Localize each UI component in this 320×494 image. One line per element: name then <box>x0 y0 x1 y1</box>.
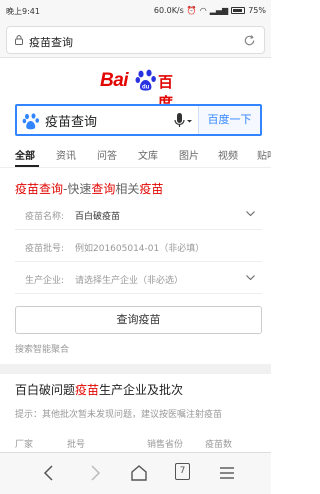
vaccine-name-select[interactable]: 疫苗名称: 百白破疫苗 <box>15 199 262 230</box>
status-time: 晚上9:41 <box>6 7 40 16</box>
card-title-part: 疫苗查询 <box>15 182 64 196</box>
menu-icon[interactable] <box>216 462 238 484</box>
address-text: 疫苗查询 <box>29 36 73 49</box>
logo-latin: Bai <box>100 70 129 91</box>
search-box: 百度一下 <box>15 104 262 136</box>
result-title-part: 百白破问题 <box>15 383 76 397</box>
tab-images[interactable]: 图片 <box>179 147 199 162</box>
active-tab-indicator <box>15 165 39 167</box>
field-label: 疫苗名称: <box>25 212 65 222</box>
card-title[interactable]: 疫苗查询-快速查询相关疫苗 <box>15 180 163 197</box>
card-title-part: 查询 <box>91 182 116 196</box>
tab-news[interactable]: 资讯 <box>56 147 76 162</box>
network-speed: 60.0K/s <box>153 6 184 15</box>
tab-tieba[interactable]: 贴吧 <box>257 147 271 162</box>
manufacturer-select[interactable]: 生产企业: 请选择生产企业（非必选） <box>15 263 262 294</box>
back-icon[interactable] <box>38 462 60 484</box>
query-vaccine-button[interactable]: 查询疫苗 <box>15 306 262 334</box>
field-value: 百白破疫苗 <box>75 212 121 222</box>
alarm-icon: ⏰ <box>186 6 197 15</box>
paw-logo-icon: du <box>135 69 156 91</box>
section-divider <box>0 364 271 374</box>
field-placeholder: 例如201605014-01（非必填） <box>75 244 205 254</box>
field-label: 生产企业: <box>25 276 65 286</box>
tab-qa[interactable]: 问答 <box>97 147 117 162</box>
smart-aggregation-label: 搜索智能聚合 <box>15 345 70 355</box>
card-title-part: 相关 <box>115 182 140 196</box>
field-placeholder: 请选择生产企业（非必选） <box>75 276 184 286</box>
result-title-part: 疫苗 <box>75 383 100 397</box>
column-header: 销售省份 <box>147 440 184 450</box>
browser-bottom-nav: 7 <box>0 452 271 494</box>
signal-icon: ▂▄▆ <box>209 6 229 15</box>
card-title-part: 疫苗 <box>139 182 164 196</box>
home-icon[interactable] <box>128 462 150 484</box>
result-title[interactable]: 百白破问题疫苗生产企业及批次 <box>15 381 183 398</box>
baidu-paw-icon <box>22 113 39 130</box>
result-table-header: 厂家 批号 销售省份 疫苗数 <box>15 437 271 451</box>
battery-icon <box>231 7 246 14</box>
search-submit-button[interactable]: 百度一下 <box>198 106 260 134</box>
baidu-logo[interactable]: Bai du 百度 <box>100 68 180 112</box>
address-field[interactable]: 疫苗查询 <box>6 26 265 54</box>
wifi-icon: ◠ <box>199 6 207 15</box>
result-title-part: 生产企业及批次 <box>99 383 184 397</box>
lock-icon <box>15 35 23 45</box>
search-tabs: 全部 资讯 问答 文库 图片 视频 贴吧 <box>0 142 271 168</box>
status-bar: 晚上9:41 60.0K/s ⏰ ◠ ▂▄▆ 75% <box>0 0 271 22</box>
column-header: 疫苗数 <box>205 440 233 450</box>
column-header: 厂家 <box>15 440 34 450</box>
tab-count-button[interactable]: 7 <box>175 463 190 480</box>
svg-text:du: du <box>142 85 150 91</box>
field-label: 疫苗批号: <box>25 244 65 254</box>
chevron-down-icon <box>246 275 255 281</box>
result-hint: 提示：其他批次暂未发现问题，建议按医嘱注射疫苗 <box>15 410 223 420</box>
batch-number-field[interactable]: 疫苗批号: 例如201605014-01（非必填） <box>15 231 262 262</box>
battery-percent: 75% <box>248 6 266 15</box>
status-indicators: 60.0K/s ⏰ ◠ ▂▄▆ 75% <box>154 6 266 15</box>
search-input[interactable] <box>45 109 165 131</box>
card-title-part: -快速 <box>63 182 92 196</box>
column-header: 批号 <box>67 440 86 450</box>
forward-icon[interactable] <box>84 462 106 484</box>
chevron-down-icon <box>246 211 255 217</box>
browser-url-bar: 疫苗查询 <box>0 22 271 58</box>
reload-icon[interactable] <box>243 34 256 47</box>
microphone-icon[interactable] <box>173 112 193 130</box>
tab-all[interactable]: 全部 <box>15 147 35 162</box>
tab-library[interactable]: 文库 <box>138 147 158 162</box>
tab-videos[interactable]: 视频 <box>218 147 238 162</box>
